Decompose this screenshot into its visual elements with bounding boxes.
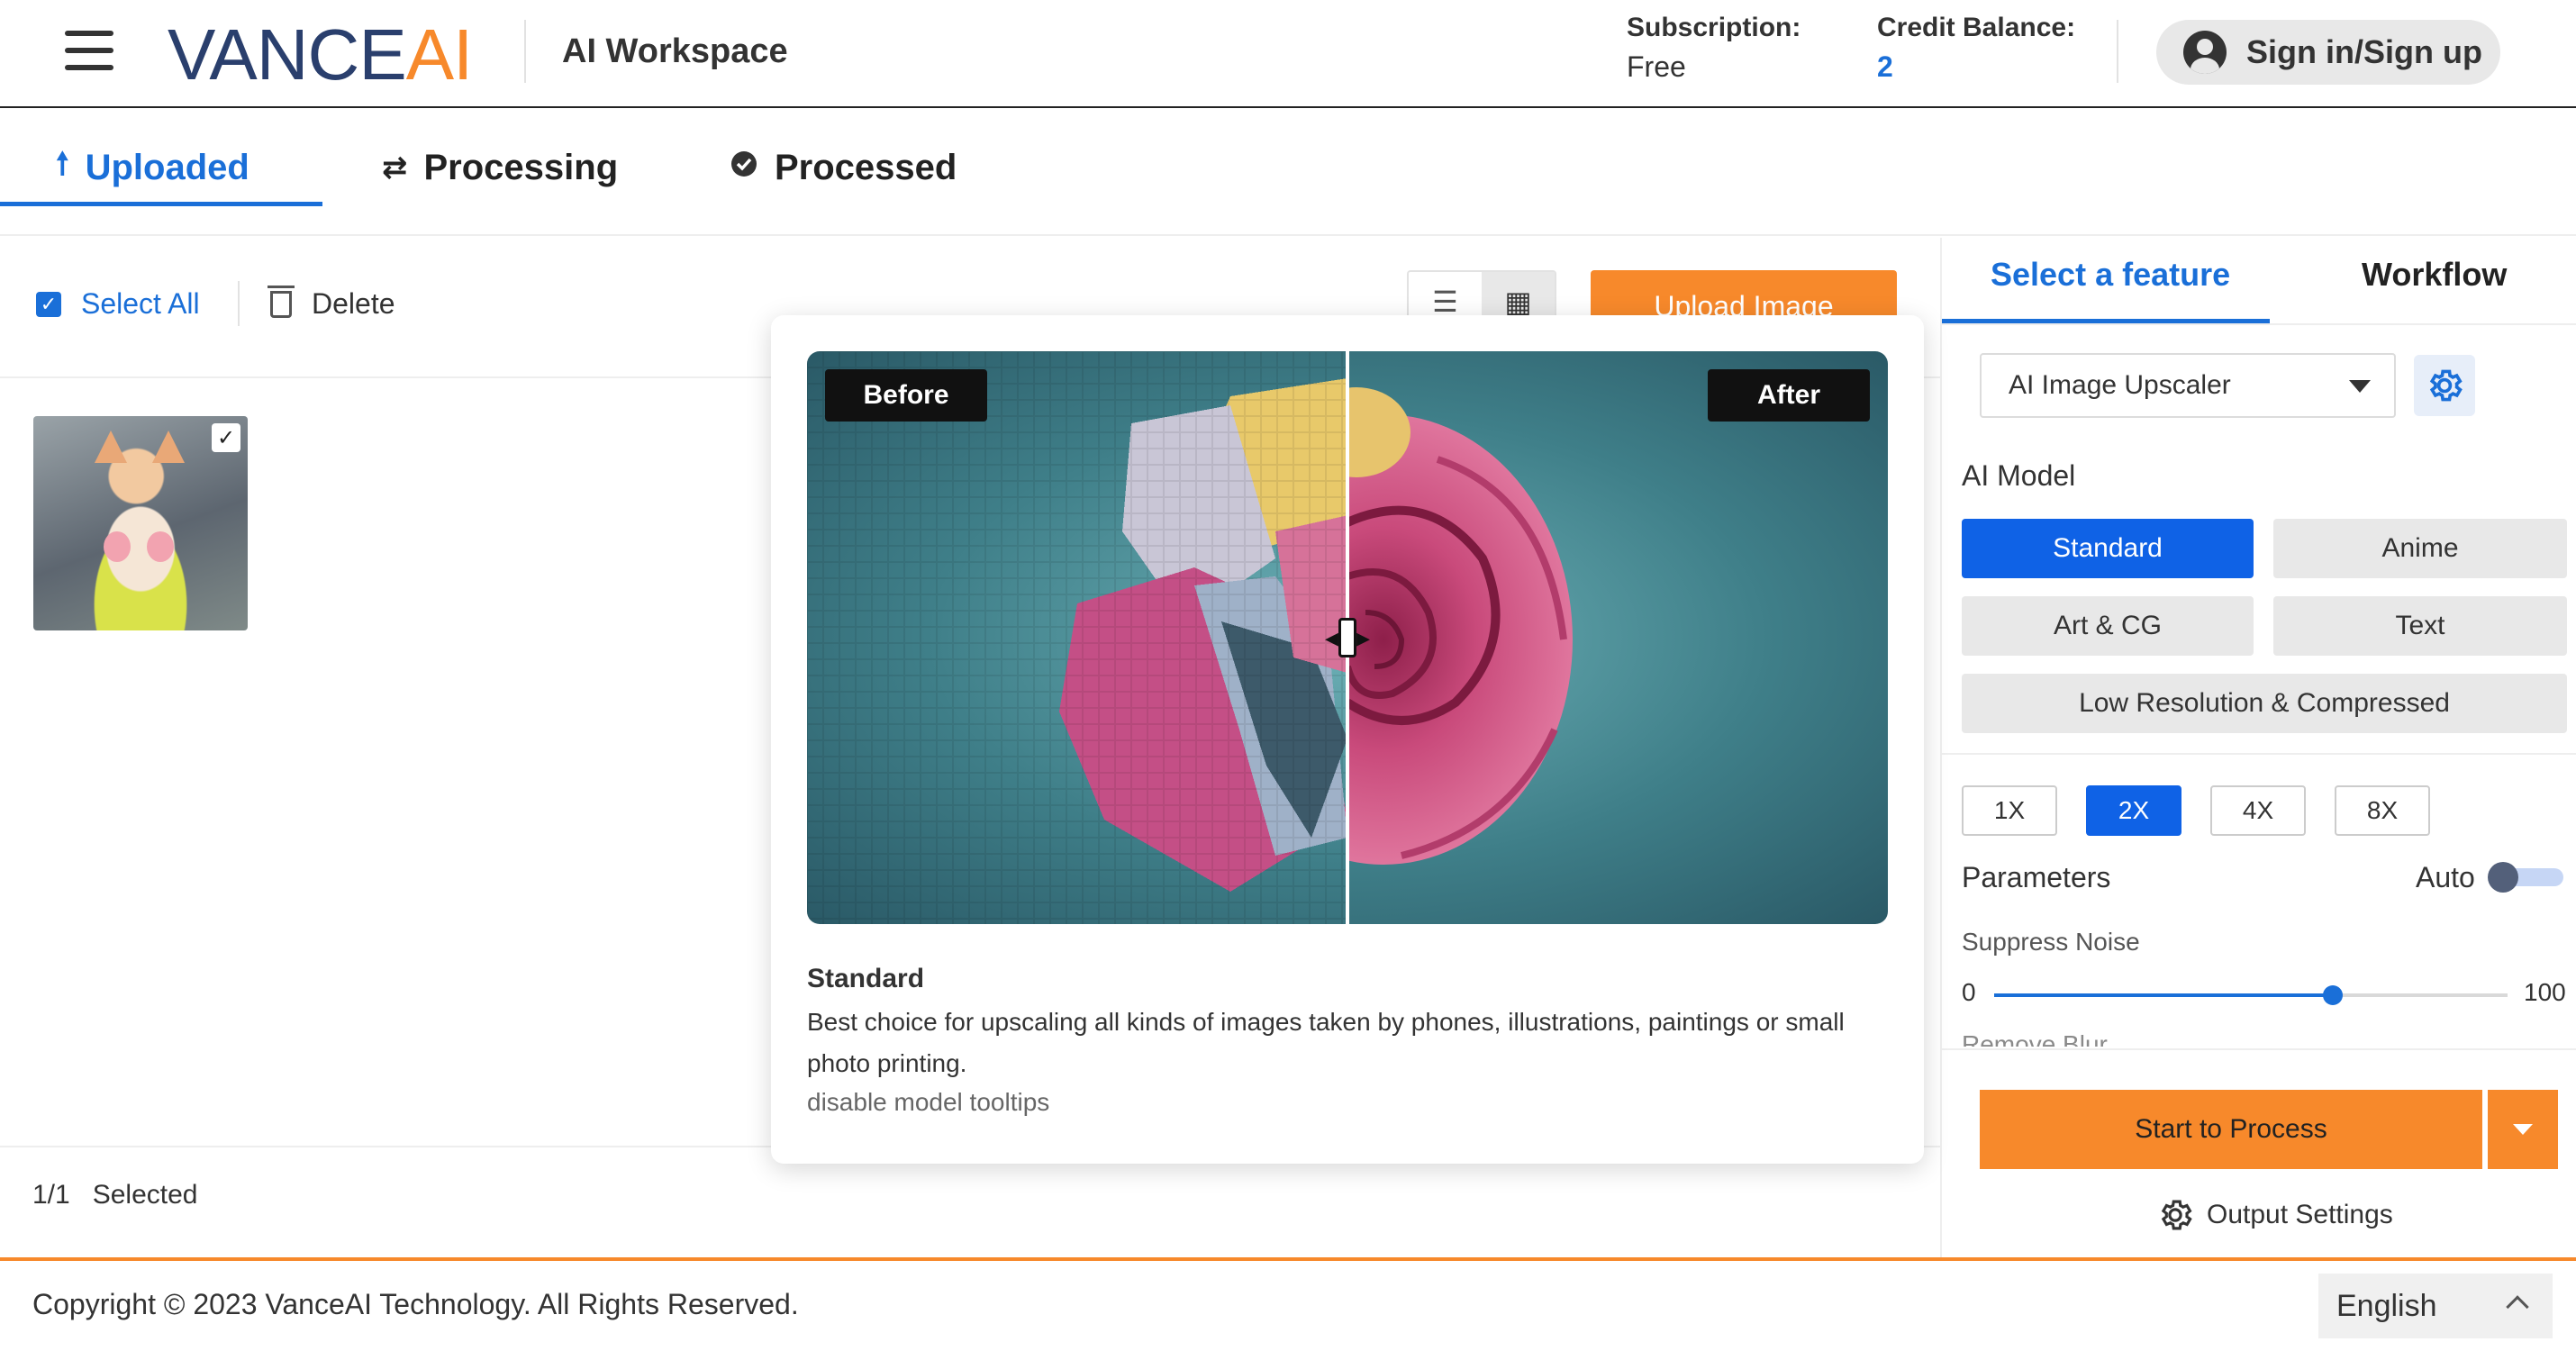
sign-in-button[interactable]: Sign in/Sign up bbox=[2156, 20, 2500, 85]
slider-max-label: 100 bbox=[2524, 978, 2566, 1006]
model-anime-button[interactable]: Anime bbox=[2273, 519, 2567, 578]
toolbar-divider bbox=[238, 281, 240, 326]
sign-in-label: Sign in/Sign up bbox=[2246, 33, 2482, 70]
before-label: Before bbox=[825, 369, 987, 422]
checkbox-checked-icon: ✓ bbox=[36, 291, 61, 317]
model-standard-button[interactable]: Standard bbox=[1962, 519, 2254, 578]
tooltip-description: Best choice for upscaling all kinds of i… bbox=[807, 1008, 1845, 1077]
credit-balance-label: Credit Balance: bbox=[1877, 13, 2076, 42]
model-text-button[interactable]: Text bbox=[2273, 596, 2567, 656]
after-image bbox=[1347, 351, 1888, 924]
tooltip-title: Standard bbox=[807, 964, 925, 993]
credit-balance-value[interactable]: 2 bbox=[1877, 50, 1893, 84]
parameters-label: Parameters bbox=[1962, 861, 2111, 893]
caret-down-icon bbox=[2349, 380, 2371, 393]
auto-label: Auto bbox=[2416, 861, 2475, 893]
active-tab-indicator bbox=[0, 202, 322, 206]
upload-arrow-icon: 🠕 bbox=[56, 146, 69, 181]
tab-uploaded[interactable]: 🠕 Uploaded bbox=[56, 131, 249, 204]
uploaded-image-thumbnail[interactable]: ✓ bbox=[33, 416, 248, 630]
model-art-cg-button[interactable]: Art & CG bbox=[1962, 596, 2254, 656]
scale-2x-button[interactable]: 2X bbox=[2086, 785, 2181, 836]
disable-tooltips-link[interactable]: disable model tooltips bbox=[807, 1088, 1049, 1117]
scale-1x-button[interactable]: 1X bbox=[1962, 785, 2057, 836]
feature-dropdown[interactable]: AI Image Upscaler bbox=[1980, 353, 2396, 418]
after-label: After bbox=[1708, 369, 1870, 422]
output-settings-button[interactable]: Output Settings bbox=[2156, 1196, 2393, 1234]
refresh-icon: ⇄ bbox=[382, 150, 408, 185]
auto-toggle[interactable] bbox=[2488, 862, 2563, 893]
tab-workflow[interactable]: Workflow bbox=[2362, 256, 2507, 294]
arrow-right-icon: ▸ bbox=[1356, 622, 1371, 653]
start-process-button[interactable]: Start to Process bbox=[1980, 1090, 2482, 1169]
trash-icon bbox=[268, 285, 295, 318]
hamburger-menu-icon[interactable] bbox=[65, 31, 113, 72]
model-low-resolution-button[interactable]: Low Resolution & Compressed bbox=[1962, 674, 2567, 733]
suppress-noise-label: Suppress Noise bbox=[1962, 928, 2140, 956]
slider-handle[interactable] bbox=[2323, 985, 2344, 1005]
header-divider bbox=[2117, 20, 2118, 83]
suppress-noise-slider[interactable] bbox=[1994, 985, 2508, 1005]
before-image bbox=[807, 351, 1347, 924]
remove-blur-label: Remove Blur bbox=[1962, 1032, 2108, 1047]
ai-model-label: AI Model bbox=[1962, 459, 2076, 492]
selected-count: 1/1 Selected bbox=[32, 1180, 198, 1210]
feature-sidebar: Select a feature Workflow AI Image Upsca… bbox=[1940, 238, 2576, 1257]
tab-processing[interactable]: ⇄ Processing bbox=[382, 131, 618, 204]
process-options-dropdown[interactable] bbox=[2488, 1090, 2558, 1169]
top-header: VANCEAI AI Workspace Subscription: Free … bbox=[0, 0, 2576, 108]
scale-4x-button[interactable]: 4X bbox=[2210, 785, 2306, 836]
select-all-checkbox[interactable]: ✓ Select All bbox=[36, 287, 200, 321]
tab-select-feature[interactable]: Select a feature bbox=[1991, 256, 2230, 294]
header-divider bbox=[524, 20, 526, 83]
slider-min-label: 0 bbox=[1962, 978, 1976, 1006]
feature-settings-button[interactable] bbox=[2414, 355, 2475, 416]
model-tooltip-popover: ◂ ▸ Before After Standard Best choice fo… bbox=[771, 315, 1924, 1164]
thumbnail-checkbox[interactable]: ✓ bbox=[212, 423, 240, 452]
vanceai-logo[interactable]: VANCEAI bbox=[168, 14, 473, 95]
chevron-up-icon bbox=[2506, 1295, 2529, 1319]
copyright-text: Copyright © 2023 VanceAI Technology. All… bbox=[32, 1288, 799, 1320]
workspace-title: AI Workspace bbox=[562, 32, 788, 70]
check-circle-icon bbox=[730, 150, 758, 186]
scale-8x-button[interactable]: 8X bbox=[2335, 785, 2430, 836]
gear-icon bbox=[2429, 369, 2463, 402]
language-selector[interactable]: English bbox=[2318, 1274, 2553, 1338]
comparison-drag-handle[interactable]: ◂ ▸ bbox=[1322, 614, 1373, 661]
subscription-label: Subscription: bbox=[1627, 13, 1801, 42]
user-avatar-icon bbox=[2183, 31, 2227, 74]
subscription-value: Free bbox=[1627, 50, 1686, 83]
before-after-comparison[interactable]: ◂ ▸ Before After bbox=[807, 351, 1888, 924]
page-footer: Copyright © 2023 VanceAI Technology. All… bbox=[0, 1257, 2576, 1351]
arrow-left-icon: ◂ bbox=[1324, 622, 1338, 653]
status-tabs: 🠕 Uploaded ⇄ Processing Processed bbox=[0, 110, 2576, 236]
gear-icon bbox=[2161, 1200, 2192, 1230]
delete-button[interactable]: Delete bbox=[268, 285, 395, 321]
tab-processed[interactable]: Processed bbox=[730, 131, 957, 204]
